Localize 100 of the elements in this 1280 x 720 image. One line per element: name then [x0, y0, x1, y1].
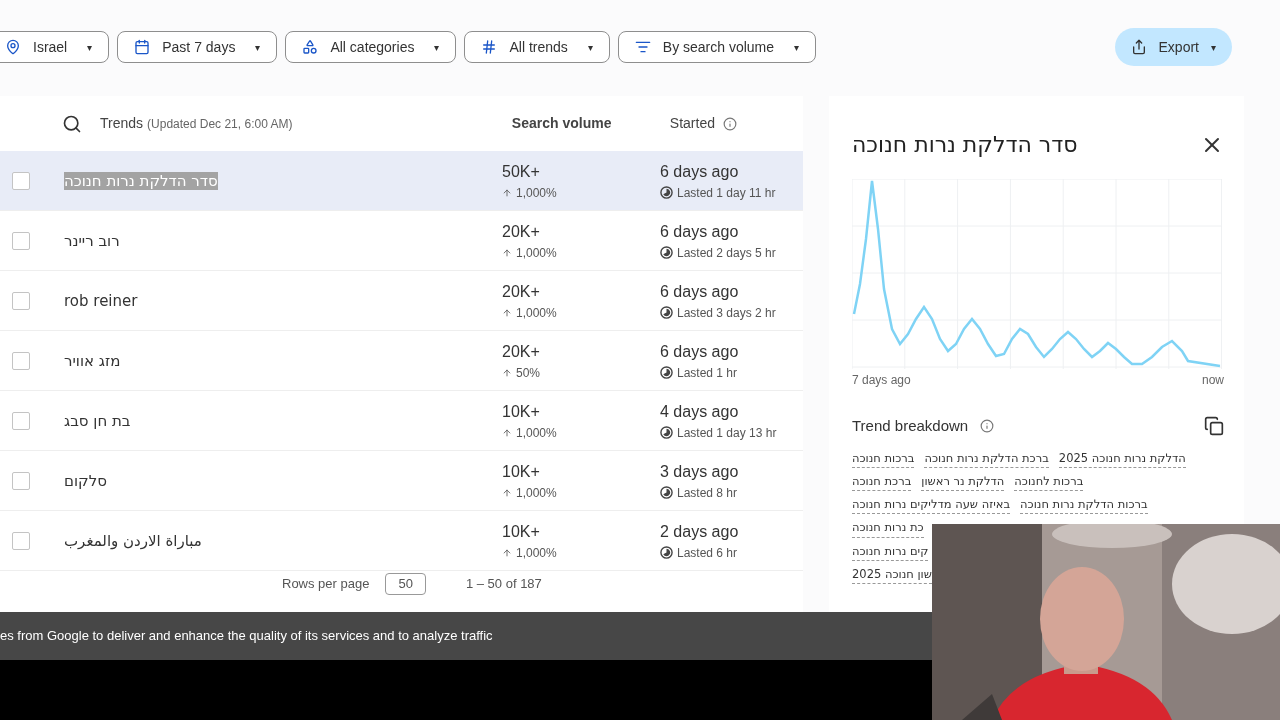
row-checkbox[interactable]	[12, 351, 30, 370]
share-icon	[1130, 39, 1147, 55]
row-checkbox[interactable]	[12, 471, 30, 490]
duration-icon	[660, 426, 673, 439]
arrow-up-icon	[502, 367, 512, 378]
row-checkbox[interactable]	[12, 411, 30, 430]
started-time: 6 days ago	[660, 161, 740, 182]
copy-icon[interactable]	[1204, 416, 1224, 437]
row-checkbox[interactable]	[12, 291, 30, 310]
started-time: 4 days ago	[660, 401, 740, 422]
shapes-icon	[302, 39, 319, 55]
trend-name: בת חן סבג	[64, 411, 131, 430]
duration-text: Lasted 1 hr	[677, 364, 738, 382]
trend-name: مباراة الاردن والمغرب	[64, 531, 202, 550]
breakdown-tag[interactable]: באיזה שעה מדליקים נרות חנוכה	[852, 496, 1011, 515]
filter-dropdown[interactable]: Past 7 days ▾	[117, 31, 278, 63]
updated-time: (Updated Dec 21, 6:00 AM)	[147, 115, 293, 133]
duration-icon	[660, 306, 673, 319]
percent-change: 1,000%	[516, 184, 557, 202]
caret-icon: ▾	[794, 39, 800, 55]
filter-dropdown[interactable]: All categories ▾	[285, 31, 457, 63]
trend-name: מזג אוויר	[64, 351, 121, 370]
breakdown-tag[interactable]: ברכות הדלקת נרות חנוכה	[1020, 496, 1148, 515]
search-volume: 10K+	[502, 521, 541, 542]
breakdown-tag[interactable]: ברכות לחנוכה	[1014, 472, 1084, 491]
row-checkbox[interactable]	[12, 531, 30, 550]
location-pin-icon	[5, 39, 21, 55]
column-header: Started	[669, 114, 715, 133]
section-title: Trend breakdown	[852, 416, 969, 436]
duration-icon	[660, 186, 673, 199]
duration-icon	[660, 246, 673, 259]
percent-change: 1,000%	[516, 304, 557, 322]
trend-name: סדר הדלקת נרות חנוכה	[64, 171, 218, 190]
axis-label: 7 days ago	[852, 372, 911, 389]
percent-change: 1,000%	[516, 424, 557, 442]
breakdown-tag[interactable]: ברכות חנוכה	[852, 449, 915, 468]
caret-icon: ▾	[587, 39, 593, 55]
search-volume: 50K+	[502, 161, 541, 182]
duration-text: Lasted 1 day 11 hr	[677, 184, 776, 202]
duration-icon	[660, 546, 673, 559]
duration-text: Lasted 2 days 5 hr	[677, 244, 776, 262]
caret-icon: ▾	[255, 39, 261, 55]
duration-text: Lasted 1 day 13 hr	[677, 424, 777, 442]
breakdown-tag[interactable]: הדלקת נר ראשון	[921, 472, 1005, 491]
row-checkbox[interactable]	[12, 171, 30, 190]
breakdown-tag[interactable]: הדלקת נרות חנוכה 2025	[1058, 449, 1186, 468]
arrow-up-icon	[502, 307, 512, 318]
breakdown-tag[interactable]: שון חנוכה 2025	[852, 565, 932, 584]
trend-name: רוב ריינר	[64, 231, 120, 250]
axis-label: now	[1202, 372, 1224, 389]
filter-dropdown[interactable]: Israel ▾	[0, 31, 110, 63]
search-icon[interactable]	[62, 113, 82, 134]
started-time: 6 days ago	[660, 341, 739, 362]
breakdown-tag[interactable]: כת נרות חנוכה	[852, 519, 924, 538]
filter-dropdown[interactable]: All trends ▾	[464, 31, 610, 63]
info-icon[interactable]	[980, 419, 995, 434]
breakdown-tag[interactable]: ברכת הדלקת נרות חנוכה	[924, 449, 1049, 468]
caret-icon: ▾	[1211, 39, 1216, 55]
started-time: 6 days ago	[660, 221, 740, 242]
arrow-up-icon	[502, 547, 512, 558]
duration-text: Lasted 8 hr	[677, 484, 738, 502]
percent-change: 1,000%	[516, 484, 557, 502]
breakdown-tag[interactable]: קים נרות חנוכה	[852, 542, 929, 561]
column-header: Trends	[100, 114, 144, 133]
trend-name: סלקום	[64, 471, 107, 490]
search-volume: 20K+	[502, 341, 541, 362]
search-volume: 10K+	[502, 401, 541, 422]
started-time: 3 days ago	[660, 461, 739, 482]
percent-change: 1,000%	[516, 244, 557, 262]
duration-text: Lasted 6 hr	[677, 544, 738, 562]
sort-icon	[634, 39, 651, 55]
search-volume: 20K+	[502, 281, 541, 302]
arrow-up-icon	[502, 247, 512, 258]
started-time: 6 days ago	[660, 281, 740, 302]
trend-name: rob reiner	[64, 291, 138, 310]
breakdown-tag[interactable]: ברכת חנוכה	[852, 472, 912, 491]
page-range: 1 – 50 of 187	[465, 575, 542, 594]
started-time: 2 days ago	[660, 521, 739, 542]
hash-icon	[481, 39, 498, 55]
rows-per-page-label: Rows per page	[282, 575, 370, 594]
info-icon[interactable]	[723, 116, 737, 131]
arrow-up-icon	[502, 187, 512, 198]
duration-icon	[660, 486, 673, 499]
duration-icon	[660, 366, 673, 379]
cookie-notice: es from Google to deliver and enhance the quality of its services and to analyze traffic	[0, 627, 493, 646]
column-header[interactable]: Search volume	[511, 113, 670, 134]
arrow-up-icon	[502, 427, 512, 438]
detail-title: סדר הדלקת נרות חנוכה	[852, 131, 1078, 159]
search-volume: 10K+	[502, 461, 541, 482]
caret-icon: ▾	[434, 39, 440, 55]
filter-dropdown[interactable]: By search volume ▾	[617, 31, 817, 63]
export-button[interactable]: Export ▾	[1114, 28, 1232, 66]
caret-icon: ▾	[87, 39, 93, 55]
percent-change: 50%	[516, 364, 541, 382]
duration-text: Lasted 3 days 2 hr	[677, 304, 776, 322]
arrow-up-icon	[502, 487, 512, 498]
row-checkbox[interactable]	[12, 231, 30, 250]
search-volume: 20K+	[502, 221, 541, 242]
rows-per-page-dropdown[interactable]: 50	[385, 573, 426, 595]
percent-change: 1,000%	[516, 544, 557, 562]
